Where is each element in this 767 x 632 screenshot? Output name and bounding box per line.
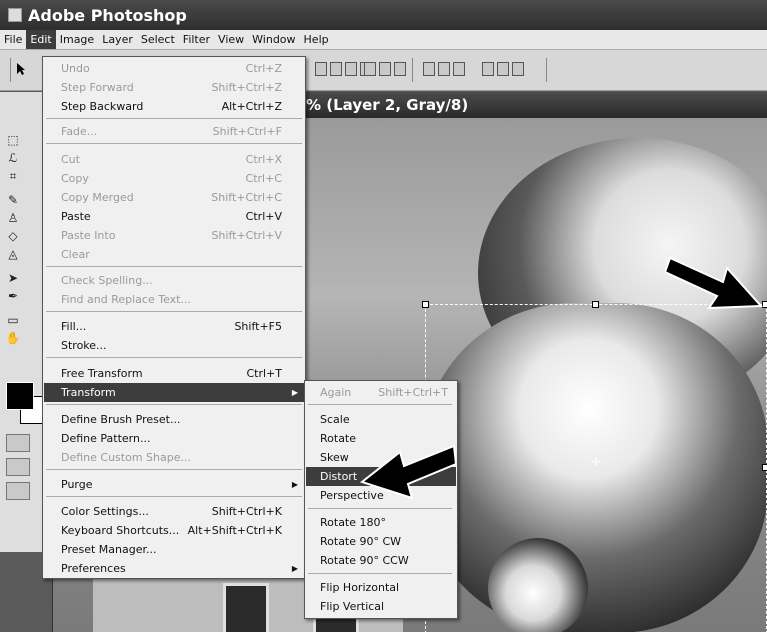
menu-item-find-replace[interactable]: Find and Replace Text... (44, 290, 304, 309)
menu-item-paste[interactable]: Paste Ctrl+V (44, 207, 304, 226)
menu-item-fade[interactable]: Fade... Shift+Ctrl+F (44, 122, 304, 141)
menu-item-rotate-90-ccw[interactable]: Rotate 90° CCW (306, 551, 456, 570)
screen-mode-button[interactable] (6, 458, 30, 476)
transform-center-point[interactable]: ✛ (591, 455, 601, 469)
hand-tool-icon[interactable]: ✋ (4, 330, 22, 346)
menu-item-purge[interactable]: Purge ▶ (44, 475, 304, 494)
menu-item-copy[interactable]: Copy Ctrl+C (44, 169, 304, 188)
menu-image[interactable]: Image (56, 30, 98, 49)
menu-item-preferences[interactable]: Preferences ▶ (44, 559, 304, 578)
transform-handle-top-left[interactable] (422, 301, 429, 308)
menu-item-copy-merged[interactable]: Copy Merged Shift+Ctrl+C (44, 188, 304, 207)
menu-item-rotate-90-cw[interactable]: Rotate 90° CW (306, 532, 456, 551)
menu-item-flip-vertical[interactable]: Flip Vertical (306, 597, 456, 616)
toolbox: ⬚ ℒ ⌗ ✎ ♙ ◇ ◬ ➤ ✒ ▭ ✋ (0, 92, 48, 552)
distribute-vertical-buttons[interactable] (423, 62, 465, 76)
pen-tool-icon[interactable]: ✒ (4, 288, 22, 304)
menu-item-paste-into[interactable]: Paste Into Shift+Ctrl+V (44, 226, 304, 245)
menu-item-stroke[interactable]: Stroke... (44, 336, 304, 355)
move-tool-icon[interactable] (16, 62, 26, 76)
menu-item-free-transform[interactable]: Free Transform Ctrl+T (44, 364, 304, 383)
menu-item-flip-horizontal[interactable]: Flip Horizontal (306, 578, 456, 597)
menu-help[interactable]: Help (300, 30, 333, 49)
menu-item-step-backward[interactable]: Step Backward Alt+Ctrl+Z (44, 97, 304, 116)
submenu-arrow-icon: ▶ (291, 564, 298, 573)
foreground-color-swatch[interactable] (6, 382, 34, 410)
menu-item-fill[interactable]: Fill... Shift+F5 (44, 317, 304, 336)
lasso-tool-icon[interactable]: ℒ (4, 150, 22, 166)
menu-item-check-spelling[interactable]: Check Spelling... (44, 271, 304, 290)
notes-tool-icon[interactable]: ▭ (4, 312, 22, 328)
app-title: Adobe Photoshop (28, 5, 187, 25)
menu-item-define-pattern[interactable]: Define Pattern... (44, 429, 304, 448)
menu-item-cut[interactable]: Cut Ctrl+X (44, 150, 304, 169)
menu-item-define-custom-shape[interactable]: Define Custom Shape... (44, 448, 304, 467)
jump-to-imageready-button[interactable] (6, 482, 30, 500)
document-title: % (Layer 2, Gray/8) (306, 96, 469, 114)
menu-item-rotate-180[interactable]: Rotate 180° (306, 513, 456, 532)
menu-item-color-settings[interactable]: Color Settings... Shift+Ctrl+K (44, 502, 304, 521)
stamp-tool-icon[interactable]: ♙ (4, 210, 22, 226)
brush-tool-icon[interactable]: ✎ (4, 192, 22, 208)
menu-view[interactable]: View (214, 30, 248, 49)
edit-menu-dropdown: Undo Ctrl+Z Step Forward Shift+Ctrl+Z Step… (42, 56, 306, 579)
app-title-bar: Adobe Photoshop (0, 0, 767, 30)
menu-item-scale[interactable]: Scale (306, 410, 456, 429)
marquee-tool-icon[interactable]: ⬚ (4, 132, 22, 148)
blur-tool-icon[interactable]: ◬ (4, 246, 22, 262)
menu-item-keyboard-shortcuts[interactable]: Keyboard Shortcuts... Alt+Shift+Ctrl+K (44, 521, 304, 540)
menu-item-step-forward[interactable]: Step Forward Shift+Ctrl+Z (44, 78, 304, 97)
menu-item-transform[interactable]: Transform ▶ (44, 383, 304, 402)
quick-mask-button[interactable] (6, 434, 30, 452)
menu-bar: File Edit Image Layer Select Filter View… (0, 30, 767, 50)
callout-arrow-icon (360, 444, 456, 500)
menu-item-define-brush[interactable]: Define Brush Preset... (44, 410, 304, 429)
house-window (223, 583, 269, 632)
menu-select[interactable]: Select (137, 30, 179, 49)
pointer-arrow-icon (665, 256, 764, 310)
distribute-horizontal-buttons[interactable] (482, 62, 524, 76)
align-edge-buttons[interactable] (364, 62, 406, 76)
transform-handle-right-middle[interactable] (762, 464, 767, 471)
menu-edit[interactable]: Edit (26, 30, 56, 49)
photoshop-app-icon (8, 8, 22, 22)
eraser-tool-icon[interactable]: ◇ (4, 228, 22, 244)
transform-handle-top-middle[interactable] (592, 301, 599, 308)
menu-filter[interactable]: Filter (179, 30, 214, 49)
menu-item-undo[interactable]: Undo Ctrl+Z (44, 59, 304, 78)
menu-layer[interactable]: Layer (98, 30, 137, 49)
menu-item-preset-manager[interactable]: Preset Manager... (44, 540, 304, 559)
menu-item-clear[interactable]: Clear (44, 245, 304, 264)
menu-window[interactable]: Window (248, 30, 299, 49)
crop-tool-icon[interactable]: ⌗ (4, 168, 22, 184)
submenu-arrow-icon: ▶ (291, 480, 298, 489)
path-select-tool-icon[interactable]: ➤ (4, 270, 22, 286)
submenu-arrow-icon: ▶ (291, 388, 298, 397)
menu-file[interactable]: File (0, 30, 26, 49)
menu-item-again[interactable]: Again Shift+Ctrl+T (306, 383, 456, 402)
